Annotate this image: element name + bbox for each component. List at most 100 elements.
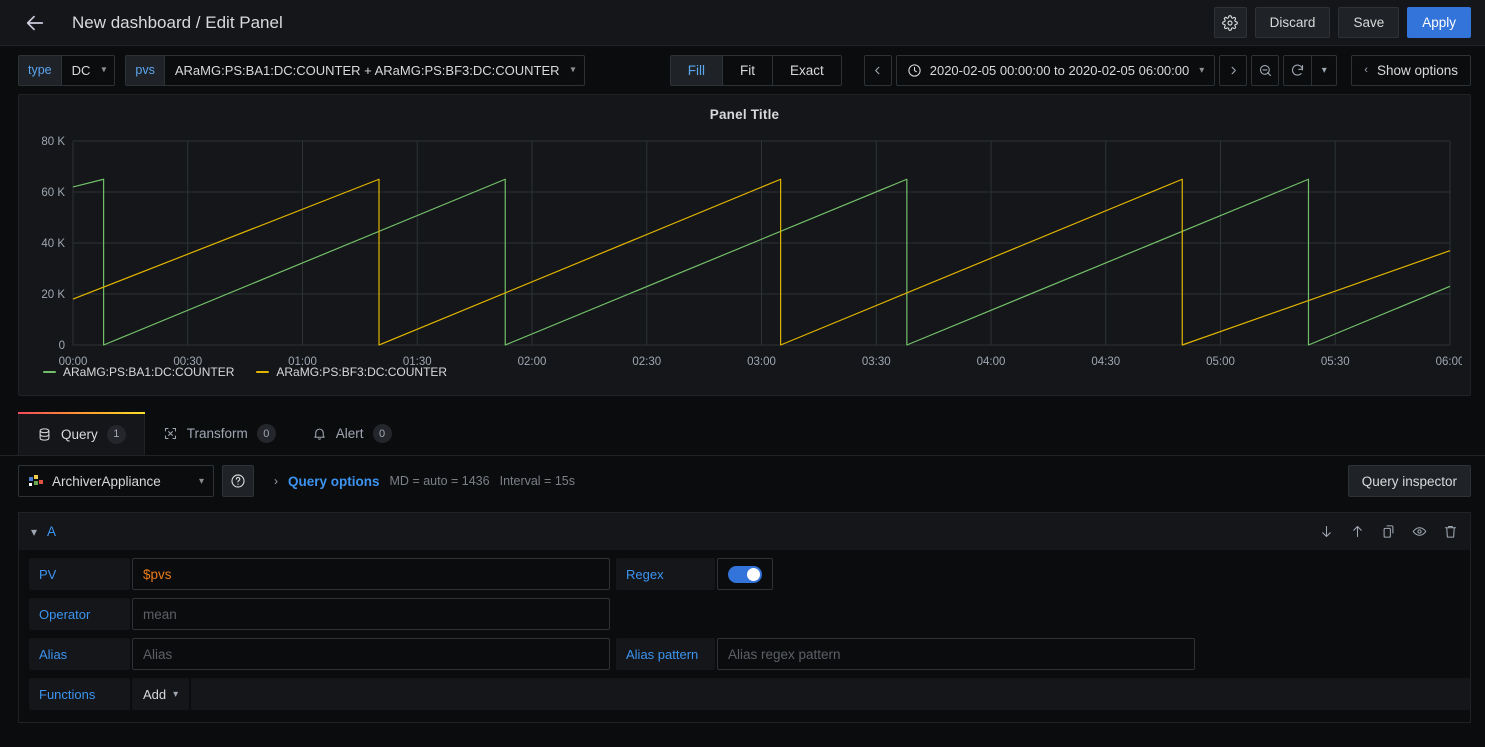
query-options-toggle[interactable]: › Query options MD = auto = 1436 Interva… — [274, 474, 575, 489]
variable-pvs: pvs ARaMG:PS:BA1:DC:COUNTER + ARaMG:PS:B… — [125, 55, 584, 86]
variable-pvs-select[interactable]: ARaMG:PS:BA1:DC:COUNTER + ARaMG:PS:BF3:D… — [164, 55, 585, 86]
variable-type: type DC ▾ — [18, 55, 115, 86]
fit-mode-exact[interactable]: Exact — [772, 55, 842, 86]
x-axis-tick-label: 02:30 — [632, 356, 661, 368]
field-row-alias: Alias Alias Alias pattern Alias regex pa… — [29, 638, 1470, 670]
functions-label: Functions — [29, 678, 130, 710]
variable-type-label: type — [18, 55, 61, 86]
zoom-out-icon — [1258, 63, 1273, 78]
y-axis-tick-label: 0 — [59, 340, 65, 352]
tab-transform[interactable]: Transform 0 — [145, 412, 294, 455]
tab-alert-badge: 0 — [373, 424, 392, 443]
add-function-label: Add — [143, 687, 166, 702]
show-options-button[interactable]: ‹ Show options — [1351, 55, 1471, 86]
refresh-group: ▾ — [1283, 55, 1337, 86]
eye-icon — [1412, 524, 1427, 539]
editor-tabs: Query 1 Transform 0 Alert 0 — [0, 412, 1485, 456]
gear-icon — [1222, 15, 1238, 31]
page-title: New dashboard / Edit Panel — [72, 13, 283, 33]
alias-placeholder: Alias — [143, 647, 172, 662]
datasource-help-button[interactable] — [222, 465, 254, 497]
chevron-left-icon — [872, 65, 883, 76]
y-axis-tick-label: 20 K — [41, 289, 65, 301]
chart-area[interactable]: 020 K40 K60 K80 K00:0000:3001:0001:3002:… — [25, 125, 1460, 395]
chevron-down-icon: ▾ — [1322, 65, 1327, 76]
transform-icon — [163, 426, 178, 441]
sub-toolbar: type DC ▾ pvs ARaMG:PS:BA1:DC:COUNTER + … — [0, 46, 1485, 94]
fit-mode-fit[interactable]: Fit — [722, 55, 772, 86]
x-axis-tick-label: 04:30 — [1091, 356, 1120, 368]
duplicate-query-button[interactable] — [1381, 524, 1396, 539]
panel-settings-button[interactable] — [1214, 7, 1247, 38]
datasource-row: ArchiverAppliance ▾ › Query options MD =… — [0, 456, 1485, 506]
toggle-query-visibility-button[interactable] — [1412, 524, 1427, 539]
chevron-down-icon: ▾ — [571, 65, 576, 76]
chart-legend: ARaMG:PS:BA1:DC:COUNTER ARaMG:PS:BF3:DC:… — [43, 365, 447, 379]
x-axis-tick-label: 03:30 — [862, 356, 891, 368]
datasource-name: ArchiverAppliance — [52, 474, 161, 489]
alias-input[interactable]: Alias — [132, 638, 610, 670]
time-range-picker[interactable]: 2020-02-05 00:00:00 to 2020-02-05 06:00:… — [896, 55, 1216, 86]
chevron-down-icon[interactable]: ▾ — [31, 525, 37, 539]
fit-mode-fill[interactable]: Fill — [670, 55, 722, 86]
datasource-picker[interactable]: ArchiverAppliance ▾ — [18, 465, 214, 497]
query-fields: PV $pvs Regex Operator mean Alias Alias … — [18, 550, 1471, 723]
legend-label: ARaMG:PS:BF3:DC:COUNTER — [276, 365, 447, 379]
graph-panel: Panel Title 020 K40 K60 K80 K00:0000:300… — [18, 94, 1471, 396]
chevron-down-icon: ▾ — [199, 476, 204, 487]
trash-icon — [1443, 524, 1458, 539]
variable-type-select[interactable]: DC ▾ — [61, 55, 116, 86]
variable-pvs-label: pvs — [125, 55, 163, 86]
copy-icon — [1381, 524, 1396, 539]
regex-toggle[interactable] — [717, 558, 773, 590]
operator-placeholder: mean — [143, 607, 177, 622]
tab-query-label: Query — [61, 427, 98, 442]
max-data-points-text: MD = auto = 1436 — [390, 474, 490, 488]
panel-title: Panel Title — [19, 95, 1470, 122]
tab-transform-badge: 0 — [257, 424, 276, 443]
timeseries-chart[interactable]: 020 K40 K60 K80 K00:0000:3001:0001:3002:… — [25, 125, 1462, 387]
legend-color-swatch — [256, 371, 269, 373]
time-controls: 2020-02-05 00:00:00 to 2020-02-05 06:00:… — [864, 55, 1338, 86]
clock-icon — [907, 63, 922, 78]
apply-button[interactable]: Apply — [1407, 7, 1471, 38]
arrow-left-icon — [24, 12, 46, 34]
time-shift-forward-button[interactable] — [1219, 55, 1247, 86]
zoom-out-button[interactable] — [1251, 55, 1279, 86]
legend-item-0[interactable]: ARaMG:PS:BA1:DC:COUNTER — [43, 365, 234, 379]
time-range-text: 2020-02-05 00:00:00 to 2020-02-05 06:00:… — [930, 63, 1190, 78]
operator-input[interactable]: mean — [132, 598, 610, 630]
pv-input[interactable]: $pvs — [132, 558, 610, 590]
legend-item-1[interactable]: ARaMG:PS:BF3:DC:COUNTER — [256, 365, 447, 379]
move-query-up-button[interactable] — [1350, 524, 1365, 539]
move-query-down-button[interactable] — [1319, 524, 1334, 539]
back-button[interactable] — [18, 6, 52, 40]
refresh-interval-dropdown[interactable]: ▾ — [1311, 55, 1337, 86]
fit-mode-group: Fill Fit Exact — [670, 55, 842, 86]
y-axis-tick-label: 40 K — [41, 238, 65, 250]
alias-pattern-input[interactable]: Alias regex pattern — [717, 638, 1195, 670]
chevron-down-icon: ▾ — [1199, 65, 1204, 76]
arrow-down-icon — [1319, 524, 1334, 539]
chevron-down-icon: ▾ — [173, 689, 178, 700]
query-ref-id: A — [47, 524, 56, 539]
query-inspector-button[interactable]: Query inspector — [1348, 465, 1471, 497]
tab-query[interactable]: Query 1 — [18, 412, 145, 455]
top-bar: New dashboard / Edit Panel Discard Save … — [0, 0, 1485, 46]
pv-value: $pvs — [143, 567, 172, 582]
tab-alert[interactable]: Alert 0 — [294, 412, 410, 455]
remove-query-button[interactable] — [1443, 524, 1458, 539]
refresh-button[interactable] — [1283, 55, 1311, 86]
x-axis-tick-label: 06:00 — [1436, 356, 1462, 368]
add-function-button[interactable]: Add ▾ — [132, 678, 189, 710]
field-row-functions: Functions Add ▾ — [29, 678, 1470, 710]
legend-color-swatch — [43, 371, 56, 373]
arrow-up-icon — [1350, 524, 1365, 539]
time-shift-back-button[interactable] — [864, 55, 892, 86]
save-button[interactable]: Save — [1338, 7, 1399, 38]
functions-empty-area — [191, 678, 1470, 710]
discard-button[interactable]: Discard — [1255, 7, 1331, 38]
variable-type-value: DC — [72, 63, 91, 78]
alias-label: Alias — [29, 638, 130, 670]
show-options-label: Show options — [1377, 63, 1458, 78]
